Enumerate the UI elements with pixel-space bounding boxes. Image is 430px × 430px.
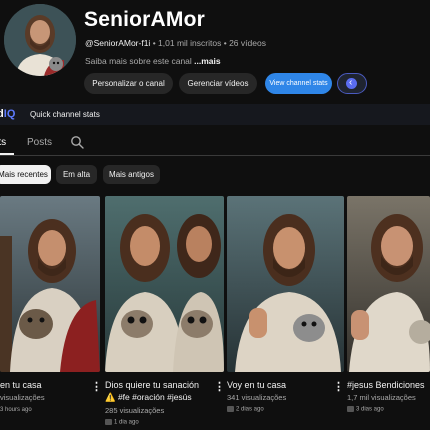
video-views: 285 visualizações	[105, 406, 165, 415]
chip-most-recent[interactable]: Mais recentes	[0, 165, 51, 184]
more-options-icon[interactable]: ⋮	[333, 382, 344, 394]
tab-posts[interactable]: Posts	[27, 137, 52, 148]
channel-handle: @SeniorAMor-f1i	[85, 38, 151, 48]
video-thumbnail[interactable]	[0, 196, 100, 372]
video-time: 2 dias ago	[227, 406, 264, 413]
video-time-text: 2 dias ago	[236, 406, 264, 413]
thumbnail-image	[347, 196, 430, 372]
vidiq-extension-button[interactable]	[337, 72, 367, 94]
channel-meta: @SeniorAMor-f1i • 1,01 mil inscritos • 2…	[85, 38, 266, 48]
thumbnail-image	[0, 196, 100, 372]
subscriber-count: 1,01 mil inscritos	[158, 38, 222, 48]
manage-videos-button[interactable]: Gerenciar vídeos	[179, 73, 257, 94]
video-views: 1,7 mil visualizações	[347, 393, 416, 402]
video-time: 3 hours ago	[0, 407, 32, 413]
video-title[interactable]: #jesus Bendiciones	[347, 379, 425, 391]
more-options-icon[interactable]: ⋮	[214, 382, 225, 394]
active-tab-indicator	[0, 153, 14, 155]
video-count: 26 vídeos	[229, 38, 266, 48]
thumbnail-image	[227, 196, 344, 372]
clock-icon	[105, 419, 112, 425]
video-thumbnail[interactable]	[105, 196, 224, 372]
search-icon[interactable]	[70, 135, 84, 149]
video-title[interactable]: en tu casa	[0, 379, 42, 391]
video-time-text: 3 hours ago	[0, 407, 32, 413]
chip-trending[interactable]: Em alta	[56, 165, 97, 184]
video-time-text: 1 dia ago	[114, 419, 139, 426]
video-time: 3 dias ago	[347, 406, 384, 413]
video-thumbnail[interactable]	[347, 196, 430, 372]
customize-channel-button[interactable]: Personalizar o canal	[84, 73, 173, 94]
video-title-line2[interactable]: ⚠️ #fe #oración #jesús	[105, 392, 192, 403]
channel-name: SeniorAMor	[84, 8, 206, 31]
avatar-image	[4, 4, 76, 76]
quick-channel-stats-link[interactable]: Quick channel stats	[30, 110, 100, 119]
channel-about-link[interactable]: Saiba mais sobre este canal ...mais	[85, 56, 221, 66]
about-more[interactable]: ...mais	[194, 56, 220, 66]
clock-icon	[347, 406, 354, 412]
video-views: 341 visualizações	[227, 393, 287, 402]
video-views: visualizações	[0, 393, 45, 402]
vidiq-logo: vididIQ	[0, 108, 15, 120]
vidiq-icon	[346, 72, 357, 93]
vidiq-logo-suffix: IQ	[3, 108, 16, 120]
video-time-text: 3 dias ago	[356, 406, 384, 413]
video-title[interactable]: Voy en tu casa	[227, 379, 286, 391]
more-options-icon[interactable]: ⋮	[91, 382, 102, 394]
video-thumbnail[interactable]	[227, 196, 344, 372]
chip-oldest[interactable]: Mais antigos	[103, 165, 160, 184]
tab-videos[interactable]: rts	[0, 137, 6, 148]
video-time: 1 dia ago	[105, 419, 139, 426]
clock-icon	[227, 406, 234, 412]
about-text: Saiba mais sobre este canal	[85, 56, 192, 66]
tab-videos-label: rts	[0, 137, 7, 148]
channel-avatar[interactable]	[4, 4, 76, 76]
vidiq-bar: vididIQ Quick channel stats	[0, 104, 430, 125]
thumbnail-image	[105, 196, 224, 372]
channel-tabs: rts Posts	[0, 128, 430, 156]
video-title[interactable]: Dios quiere tu sanación	[105, 379, 199, 391]
view-channel-stats-button[interactable]: View channel stats	[265, 73, 332, 94]
